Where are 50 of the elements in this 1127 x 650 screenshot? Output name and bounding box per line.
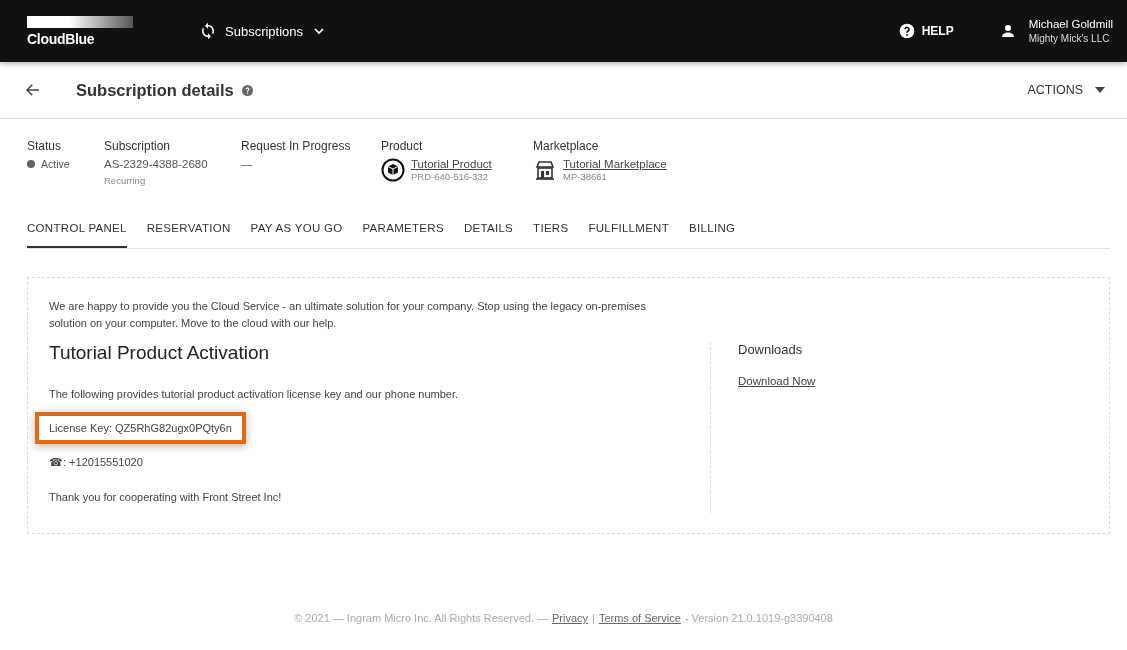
section-heading: Tutorial Product Activation bbox=[49, 342, 270, 364]
tab[interactable]: CONTROL PANEL bbox=[27, 214, 127, 248]
tab[interactable]: BILLING bbox=[689, 214, 736, 248]
logo: CloudBlue bbox=[27, 30, 96, 47]
download-link[interactable]: Download Now bbox=[738, 375, 816, 387]
copyright-text: © 2021 — Ingram Micro Inc. All Rights Reserved. — bbox=[294, 612, 548, 624]
terms-link[interactable]: Terms of Service bbox=[598, 612, 681, 624]
actions-button[interactable]: ACTIONS bbox=[1027, 83, 1105, 97]
product-id: PRD-640-516-332 bbox=[411, 171, 490, 182]
tab[interactable]: FULFILLMENT bbox=[588, 214, 670, 248]
caret-icon bbox=[1095, 87, 1105, 93]
back-arrow-icon bbox=[24, 81, 42, 99]
separator-text: | bbox=[592, 612, 595, 624]
phone-number: ☎: +12015551020 bbox=[48, 455, 144, 470]
marketplace-id: MP-38661 bbox=[563, 171, 608, 182]
tab[interactable]: PAY AS YOU GO bbox=[250, 214, 343, 248]
field-label: Status bbox=[27, 139, 63, 153]
field-label: Marketplace bbox=[533, 139, 600, 153]
tab[interactable]: TIERS bbox=[533, 214, 569, 248]
field-label: Request In Progress bbox=[241, 139, 352, 153]
subscription-type: Recurring bbox=[104, 175, 147, 186]
store-icon bbox=[533, 158, 557, 182]
logo-bar-icon bbox=[27, 15, 133, 28]
body-text: Thank you for cooperating with Front Street Inc! bbox=[48, 490, 283, 505]
sync-icon bbox=[199, 22, 217, 40]
status-value: Active bbox=[41, 158, 70, 170]
tab[interactable]: DETAILS bbox=[463, 214, 514, 248]
back-button[interactable] bbox=[24, 81, 42, 99]
subscription-id: AS-2329-4388-2680 bbox=[104, 158, 209, 170]
intro-paragraph: We are happy to provide you the Cloud Service - an ultimate solution for your company. Stop using the legacy on-premises solution on your computer. Move to the cloud with our help. bbox=[49, 299, 647, 331]
module-switcher[interactable]: Subscriptions bbox=[199, 22, 328, 40]
product-cube-icon bbox=[381, 158, 405, 182]
help-button[interactable]: HELP bbox=[898, 23, 954, 39]
field-label: Product bbox=[381, 139, 424, 153]
tab[interactable]: PARAMETERS bbox=[362, 214, 444, 248]
body-text: The following provides tutorial product activation license key and our phone number. bbox=[48, 387, 460, 402]
downloads-heading: Downloads bbox=[738, 342, 804, 357]
page-title: Subscription details bbox=[76, 80, 234, 100]
user-company: Mighty Mick's LLC bbox=[1028, 33, 1111, 44]
help-icon bbox=[898, 23, 915, 39]
request-value: — bbox=[241, 158, 254, 170]
privacy-link[interactable]: Privacy bbox=[552, 612, 589, 624]
body-text: License Key: QZ5RhG82ugx0PQty6n bbox=[35, 412, 246, 444]
field-label: Subscription bbox=[104, 139, 172, 153]
product-link[interactable]: Tutorial Product bbox=[411, 158, 492, 170]
help-icon[interactable] bbox=[241, 84, 253, 96]
marketplace-link[interactable]: Tutorial Marketplace bbox=[563, 158, 667, 170]
tab[interactable]: RESERVATION bbox=[146, 214, 231, 248]
version-text: - Version 21.0.1019-g3390408 bbox=[684, 612, 833, 624]
user-name: Michael Goldmill bbox=[1028, 18, 1113, 30]
